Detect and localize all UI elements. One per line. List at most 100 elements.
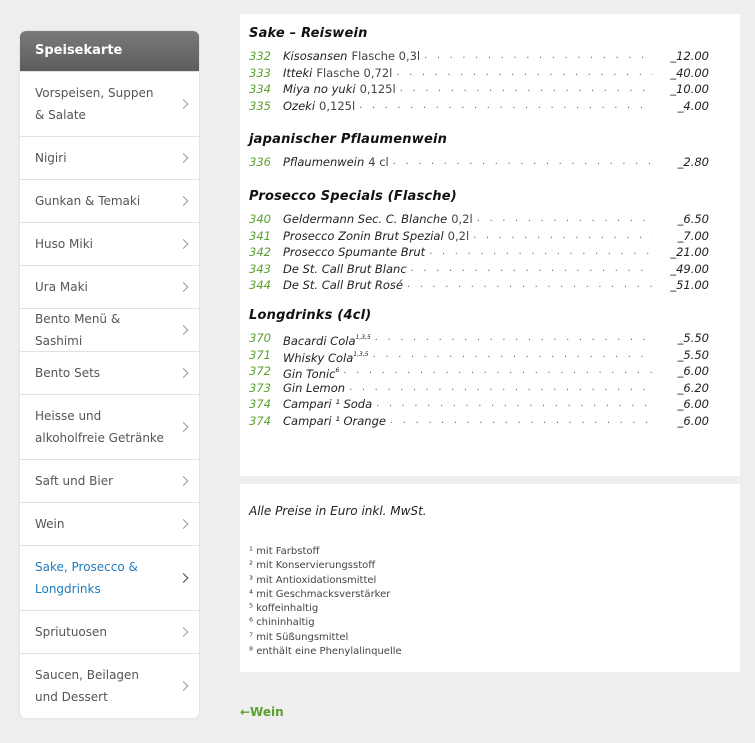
item-price: _40.00 bbox=[670, 65, 709, 80]
item-name-text: Ozeki bbox=[283, 98, 316, 113]
section-title: Prosecco Specials (Flasche) bbox=[249, 189, 457, 204]
chevron-right-icon bbox=[178, 681, 189, 691]
sidebar-item-label: Saucen, Beilagen und Dessert bbox=[35, 668, 140, 704]
sidebar-item[interactable]: Wein bbox=[20, 502, 199, 545]
sidebar-item[interactable]: Vorspeisen, Suppen & Salate bbox=[20, 71, 199, 136]
sidebar-item-label: Gunkan & Temaki bbox=[35, 194, 141, 208]
item-number: 373 bbox=[249, 380, 271, 395]
menu-item-row: 344 De St. Call Brut Rosé . . . . . . . . … bbox=[249, 277, 709, 293]
item-price: _6.00 bbox=[677, 397, 709, 412]
footnote-item: ⁵ koffeinhaltig bbox=[249, 603, 319, 615]
menu-item-row: 343 De St. Call Brut Blanc. . . . . . . .… bbox=[249, 261, 709, 277]
item-price: _6.00 bbox=[677, 414, 709, 428]
item-name: Itteki bbox=[283, 65, 312, 81]
item-price: _21.00 bbox=[670, 245, 709, 260]
chevron-right-icon bbox=[178, 239, 189, 249]
item-number: 344 bbox=[249, 278, 271, 293]
dot-leader: . . . . . . . . . . . . . . . . . . . . … bbox=[424, 50, 653, 61]
item-number: 343 bbox=[249, 261, 271, 276]
sidebar-item[interactable]: Ura Maki bbox=[20, 265, 199, 308]
item-name: Bacardi Cola1,3,5 bbox=[283, 330, 371, 348]
item-price: _6.00 bbox=[677, 364, 709, 379]
back-link-wein[interactable]: ←Wein bbox=[240, 705, 284, 719]
sidebar-item[interactable]: Sake, Prosecco & Longdrinks bbox=[20, 545, 199, 610]
item-name: Pflaumenwein bbox=[283, 154, 364, 170]
menu-item-row: 341 Prosecco Zonin Brut Spezial 0,2l. . . … bbox=[249, 228, 709, 244]
additive-footnote-ref: 1,3,5 bbox=[355, 334, 371, 341]
item-name: Campari ¹ Soda bbox=[283, 396, 372, 412]
chevron-right-icon bbox=[178, 519, 189, 529]
item-price: _4.00 bbox=[677, 98, 709, 113]
chevron-right-icon bbox=[178, 99, 189, 109]
item-size: Flasche 0,3l bbox=[351, 49, 421, 63]
dot-leader: . . . . . . . . . . . . . . . . . . . . … bbox=[349, 381, 653, 393]
menu-item-row: 370 Bacardi Cola1,3,5. . . . . . . . . . … bbox=[249, 330, 709, 348]
sidebar-item-label: Ura Maki bbox=[35, 280, 88, 294]
dot-leader: . . . . . . . . . . . . . . . . . . . . … bbox=[407, 279, 653, 291]
sidebar-item-label: Spriutuosen bbox=[35, 625, 107, 639]
item-name: Gin Lemon bbox=[283, 380, 345, 396]
item-name-text: Itteki bbox=[283, 65, 313, 80]
dot-leader: . . . . . . . . . . . . . . . . . . . . … bbox=[376, 398, 653, 410]
dot-leader: . . . . . . . . . . . . . . . . . . . . … bbox=[392, 156, 653, 167]
dot-leader: . . . . . . . . . . . . . . . . . . . . … bbox=[410, 262, 653, 274]
sidebar-item[interactable]: Spriutuosen bbox=[20, 610, 199, 653]
footnote-item: ⁶ chininhaltig bbox=[249, 617, 315, 629]
item-name: Prosecco Zonin Brut Spezial bbox=[283, 228, 444, 244]
dot-leader: . . . . . . . . . . . . . . . . . . . . … bbox=[374, 332, 653, 343]
item-name-text: Pflaumenwein bbox=[283, 155, 365, 169]
section-title: Longdrinks (4cl) bbox=[249, 308, 372, 323]
chevron-right-icon bbox=[178, 282, 189, 292]
item-name-text: De St. Call Brut Rosé bbox=[283, 278, 403, 293]
menu-item-row: 373 Gin Lemon. . . . . . . . . . . . . . … bbox=[249, 380, 709, 396]
item-size: 0,125l bbox=[359, 82, 396, 97]
dot-leader: . . . . . . . . . . . . . . . . . . . . … bbox=[399, 83, 653, 95]
dot-leader: . . . . . . . . . . . . . . . . . . . . … bbox=[372, 348, 653, 360]
item-name-text: Campari ¹ Soda bbox=[283, 397, 373, 412]
item-price: _51.00 bbox=[670, 278, 709, 293]
dot-leader: . . . . . . . . . . . . . . . . . . . . … bbox=[473, 229, 653, 241]
sidebar-item[interactable]: Bento Menü & Sashimi bbox=[20, 308, 199, 351]
sidebar-item-label: Heisse und alkoholfreie Getränke bbox=[35, 409, 164, 445]
menu-item-row: 371 Whisky Cola1,3,5. . . . . . . . . . .… bbox=[249, 347, 709, 365]
sidebar-item-label: Bento Sets bbox=[35, 366, 101, 380]
item-price: _5.50 bbox=[677, 347, 709, 362]
sidebar-item[interactable]: Saucen, Beilagen und Dessert bbox=[20, 653, 199, 718]
item-number: 340 bbox=[249, 212, 271, 226]
item-number: 372 bbox=[249, 364, 271, 379]
chevron-right-icon bbox=[178, 325, 189, 335]
sidebar-item[interactable]: Huso Miki bbox=[20, 222, 199, 265]
item-name-text: Geldermann Sec. C. Blanche bbox=[283, 212, 448, 226]
menu-item-row: 335 Ozeki 0,125l. . . . . . . . . . . . . … bbox=[249, 98, 709, 114]
item-name-text: Campari ¹ Orange bbox=[283, 414, 386, 428]
menu-item-row: 374 Campari ¹ Soda. . . . . . . . . . . .… bbox=[249, 396, 709, 412]
sidebar-item-label: Nigiri bbox=[35, 151, 67, 165]
dot-leader: . . . . . . . . . . . . . . . . . . . . … bbox=[359, 99, 653, 111]
dot-leader: . . . . . . . . . . . . . . . . . . . . … bbox=[396, 66, 653, 78]
sidebar-item[interactable]: Nigiri bbox=[20, 136, 199, 179]
dot-leader: . . . . . . . . . . . . . . . . . . . . … bbox=[476, 213, 653, 224]
additive-footnote-ref: 6 bbox=[335, 367, 340, 375]
item-name-text: Gin Lemon bbox=[283, 380, 346, 395]
item-name: Whisky Cola1,3,5 bbox=[283, 347, 369, 365]
item-name-text: Prosecco Zonin Brut Spezial bbox=[283, 228, 444, 243]
item-name-text: Prosecco Spumante Brut bbox=[283, 245, 426, 260]
dot-leader: . . . . . . . . . . . . . . . . . . . . … bbox=[429, 246, 653, 258]
item-name: Geldermann Sec. C. Blanche bbox=[283, 211, 447, 227]
sidebar-item[interactable]: Gunkan & Temaki bbox=[20, 179, 199, 222]
item-size: Flasche 0,72l bbox=[316, 65, 393, 80]
sidebar-item-label: Huso Miki bbox=[35, 237, 94, 251]
chevron-right-icon bbox=[178, 627, 189, 637]
sidebar-item[interactable]: Saft und Bier bbox=[20, 459, 199, 502]
sidebar-item[interactable]: Bento Sets bbox=[20, 351, 199, 394]
sidebar-item[interactable]: Heisse und alkoholfreie Getränke bbox=[20, 394, 199, 459]
item-name: Gin Tonic6 bbox=[283, 363, 340, 381]
sidebar-item-label: Sake, Prosecco & Longdrinks bbox=[35, 560, 138, 596]
footnote-item: ⁴ mit Geschmacksverstärker bbox=[249, 588, 391, 600]
footnote-item: ² mit Konservierungsstoff bbox=[249, 560, 376, 572]
section-title: japanischer Pflaumenwein bbox=[249, 132, 448, 147]
item-number: 332 bbox=[249, 49, 271, 63]
item-name: Prosecco Spumante Brut bbox=[283, 244, 425, 260]
item-name: Miya no yuki bbox=[283, 81, 356, 97]
item-price: _6.20 bbox=[677, 380, 709, 395]
